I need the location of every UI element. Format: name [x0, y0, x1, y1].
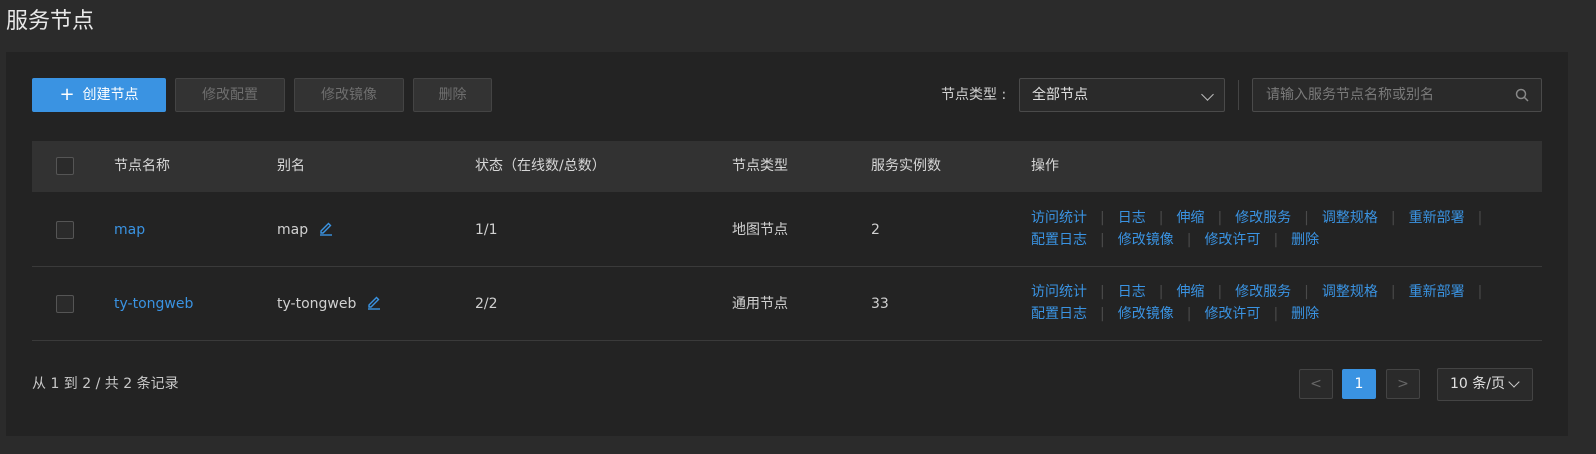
header-status: 状态（在线数/总数）: [475, 158, 606, 174]
type-cell: 通用节点: [732, 296, 788, 312]
chevron-down-icon: [1201, 88, 1214, 101]
action-adjust-spec[interactable]: 调整规格: [1322, 210, 1378, 226]
row-actions: 访问统计 | 日志 | 伸缩 | 修改服务 | 调整规格 | 重新部署 | 配置日志 | 修改镜像 | 修改许…: [1031, 207, 1495, 251]
action-modify-image[interactable]: 修改镜像: [1118, 306, 1174, 322]
modify-config-button[interactable]: 修改配置: [175, 78, 285, 112]
delete-button[interactable]: 删除: [413, 78, 492, 112]
status-cell: 1/1: [475, 222, 498, 238]
action-delete[interactable]: 删除: [1291, 232, 1319, 248]
action-config-logs[interactable]: 配置日志: [1031, 306, 1087, 322]
action-separator: |: [1158, 284, 1164, 300]
action-separator: |: [1273, 306, 1279, 322]
toolbar: + 创建节点 修改配置 修改镜像 删除 节点类型 : 全部节点: [6, 78, 1568, 112]
row-checkbox[interactable]: [56, 221, 74, 239]
node-name-link[interactable]: ty-tongweb: [114, 294, 193, 314]
action-separator: |: [1100, 306, 1105, 322]
node-type-select-value: 全部节点: [1032, 87, 1088, 103]
action-logs[interactable]: 日志: [1118, 210, 1146, 226]
table-row: map map 1/1 地图节点 2 访问统计 | 日志 | 伸缩 | 修改服务 | 调整规格 |…: [32, 192, 1542, 267]
create-node-label: 创建节点: [82, 87, 139, 103]
action-scale[interactable]: 伸缩: [1176, 284, 1204, 300]
instances-cell: 33: [871, 296, 889, 312]
action-separator: |: [1477, 284, 1483, 300]
table-header: 节点名称 别名 状态（在线数/总数） 节点类型 服务实例数 操作: [32, 141, 1542, 192]
action-visit-stats[interactable]: 访问统计: [1031, 210, 1087, 226]
action-separator: |: [1100, 284, 1105, 300]
action-separator: |: [1158, 210, 1164, 226]
action-separator: |: [1390, 210, 1396, 226]
node-name-link[interactable]: map: [114, 220, 145, 240]
search-icon[interactable]: [1515, 88, 1529, 102]
action-logs[interactable]: 日志: [1118, 284, 1146, 300]
action-separator: |: [1100, 232, 1105, 248]
action-separator: |: [1186, 306, 1192, 322]
action-separator: |: [1304, 284, 1309, 300]
action-separator: |: [1390, 284, 1396, 300]
action-separator: |: [1273, 232, 1279, 248]
action-adjust-spec[interactable]: 调整规格: [1322, 284, 1378, 300]
nodes-table: 节点名称 别名 状态（在线数/总数） 节点类型 服务实例数 操作 map map…: [32, 141, 1542, 341]
action-separator: |: [1477, 210, 1483, 226]
action-modify-image[interactable]: 修改镜像: [1118, 232, 1174, 248]
action-modify-service[interactable]: 修改服务: [1235, 210, 1291, 226]
action-redeploy[interactable]: 重新部署: [1409, 210, 1465, 226]
page-title: 服务节点: [6, 9, 95, 34]
record-summary: 从 1 到 2 / 共 2 条记录: [32, 376, 179, 392]
row-checkbox[interactable]: [56, 295, 74, 313]
header-actions: 操作: [1031, 158, 1059, 174]
alias-cell: map: [277, 220, 334, 240]
page-size-select[interactable]: 10 条/页: [1437, 368, 1533, 401]
action-visit-stats[interactable]: 访问统计: [1031, 284, 1087, 300]
row-actions: 访问统计 | 日志 | 伸缩 | 修改服务 | 调整规格 | 重新部署 | 配置日志 | 修改镜像 | 修改许…: [1031, 281, 1495, 325]
action-separator: |: [1217, 284, 1223, 300]
create-node-button[interactable]: + 创建节点: [32, 78, 166, 112]
action-modify-license[interactable]: 修改许可: [1204, 306, 1260, 322]
select-all-checkbox[interactable]: [56, 157, 74, 175]
edit-alias-icon[interactable]: [318, 220, 334, 236]
alias-text: ty-tongweb: [277, 296, 357, 312]
content-panel: + 创建节点 修改配置 修改镜像 删除 节点类型 : 全部节点 节点名称 别名 状…: [6, 52, 1568, 436]
search-input[interactable]: [1253, 79, 1541, 111]
alias-text: map: [277, 222, 309, 238]
header-name: 节点名称: [114, 158, 170, 174]
header-alias: 别名: [277, 158, 305, 174]
prev-page-button[interactable]: <: [1299, 369, 1333, 399]
action-redeploy[interactable]: 重新部署: [1409, 284, 1465, 300]
node-type-filter-label: 节点类型 :: [941, 87, 1007, 103]
node-type-select[interactable]: 全部节点: [1019, 78, 1225, 112]
action-separator: |: [1186, 232, 1192, 248]
instances-cell: 2: [871, 222, 880, 238]
table-row: ty-tongweb ty-tongweb 2/2 通用节点 33 访问统计 | 日…: [32, 267, 1542, 341]
status-cell: 2/2: [475, 296, 498, 312]
header-type: 节点类型: [732, 158, 788, 174]
plus-icon: +: [59, 84, 75, 105]
page-1-button[interactable]: 1: [1342, 369, 1376, 399]
action-modify-license[interactable]: 修改许可: [1204, 232, 1260, 248]
next-page-button[interactable]: >: [1386, 369, 1420, 399]
action-separator: |: [1217, 210, 1223, 226]
type-cell: 地图节点: [732, 222, 788, 238]
page-size-value: 10 条/页: [1450, 376, 1505, 392]
action-config-logs[interactable]: 配置日志: [1031, 232, 1087, 248]
edit-alias-icon[interactable]: [366, 294, 382, 310]
action-delete[interactable]: 删除: [1291, 306, 1319, 322]
action-separator: |: [1304, 210, 1309, 226]
toolbar-divider: [1238, 80, 1239, 110]
action-separator: |: [1100, 210, 1105, 226]
header-instances: 服务实例数: [871, 158, 941, 174]
modify-image-button[interactable]: 修改镜像: [294, 78, 404, 112]
chevron-down-icon: [1508, 376, 1520, 388]
action-modify-service[interactable]: 修改服务: [1235, 284, 1291, 300]
search-box: [1252, 78, 1542, 112]
alias-cell: ty-tongweb: [277, 294, 382, 314]
action-scale[interactable]: 伸缩: [1176, 210, 1204, 226]
